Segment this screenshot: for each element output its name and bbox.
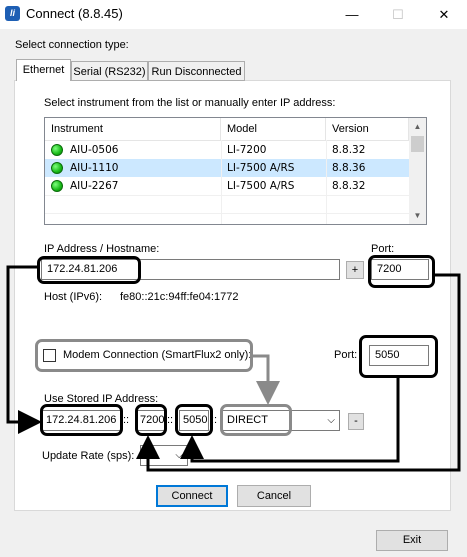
arrow-port-to-stored bbox=[136, 273, 461, 472]
arrow-ip-to-stored bbox=[6, 265, 42, 434]
arrow-modem-to-mode bbox=[253, 354, 280, 405]
annotation-arrows bbox=[6, 265, 461, 472]
arrow-modem-port-to-stored bbox=[180, 378, 400, 463]
